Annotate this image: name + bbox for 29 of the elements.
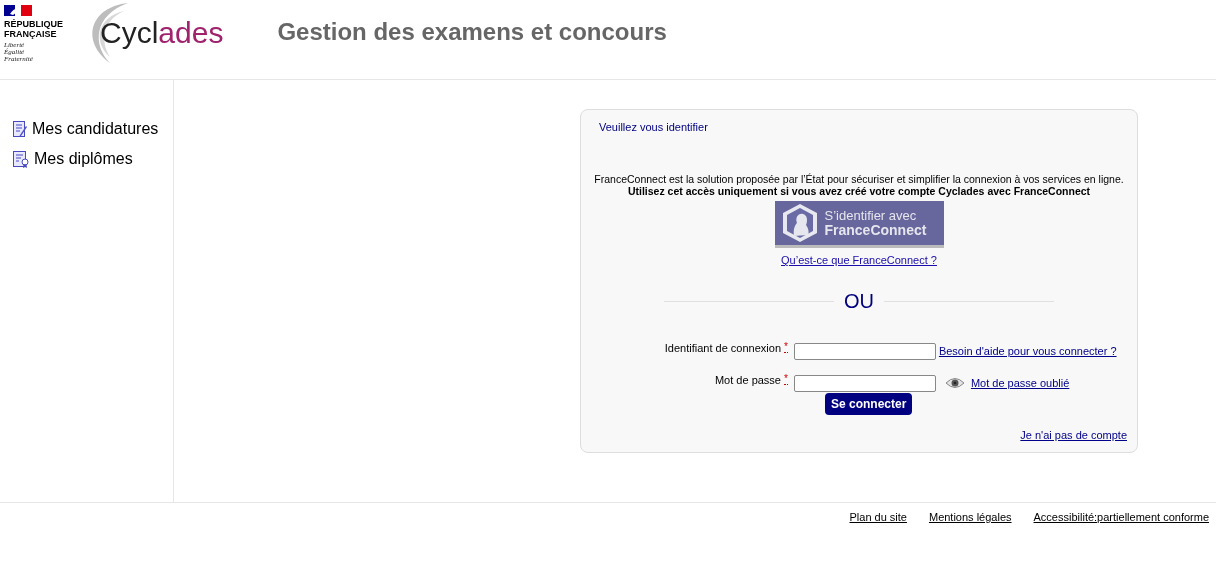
required-mark: * bbox=[784, 373, 788, 385]
franceconnect-button[interactable]: S’identifier avec FranceConnect bbox=[774, 201, 944, 248]
help-link[interactable]: Mot de passe oublié bbox=[970, 377, 1070, 389]
footer-link[interactable]: Accessibilité:partiellement conforme bbox=[1033, 511, 1209, 523]
input-field[interactable] bbox=[793, 342, 936, 360]
no-account-link[interactable]: Je n'ai pas de compte bbox=[1020, 429, 1127, 441]
eye-icon[interactable] bbox=[944, 377, 965, 389]
warning-text: Utilisez cet accès uniquement si vous avez créé votre compte Cyclades avec FranceConnect bbox=[627, 185, 1091, 197]
panel-heading: Veuillez vous identifier bbox=[599, 121, 708, 133]
field-label: Identifiant de connexion bbox=[663, 342, 781, 354]
intro-text: FranceConnect est la solution proposée par l’État pour sécuriser et simplifier la connexion à vos services en ligne. bbox=[594, 173, 1124, 185]
page-title: Gestion des examens et concours bbox=[277, 18, 667, 46]
certificate-icon bbox=[13, 150, 30, 168]
footer-link[interactable]: Plan du site bbox=[849, 511, 907, 523]
help-link[interactable]: Besoin d'aide pour vous connecter ? bbox=[938, 345, 1117, 357]
franceconnect-info-link[interactable]: Qu’est-ce que FranceConnect ? bbox=[781, 254, 937, 266]
document-icon bbox=[13, 120, 28, 138]
hexagon-figure-icon bbox=[780, 203, 819, 243]
sidebar-item[interactable]: Mes candidatures bbox=[13, 120, 159, 138]
sidebar-item[interactable]: Mes diplômes bbox=[13, 150, 133, 168]
footer-link[interactable]: Mentions légales bbox=[928, 511, 1012, 523]
separator-text: OU bbox=[844, 290, 874, 313]
republic-name: RÉPUBLIQUE FRANÇAISE bbox=[4, 19, 64, 39]
flag-icon bbox=[4, 5, 32, 16]
login-button[interactable]: Se connecter bbox=[825, 393, 913, 415]
brand-name: Cyclades bbox=[100, 16, 224, 50]
field-label: Mot de passe bbox=[713, 374, 781, 386]
required-mark: * bbox=[784, 341, 788, 353]
input-field[interactable] bbox=[793, 374, 936, 392]
